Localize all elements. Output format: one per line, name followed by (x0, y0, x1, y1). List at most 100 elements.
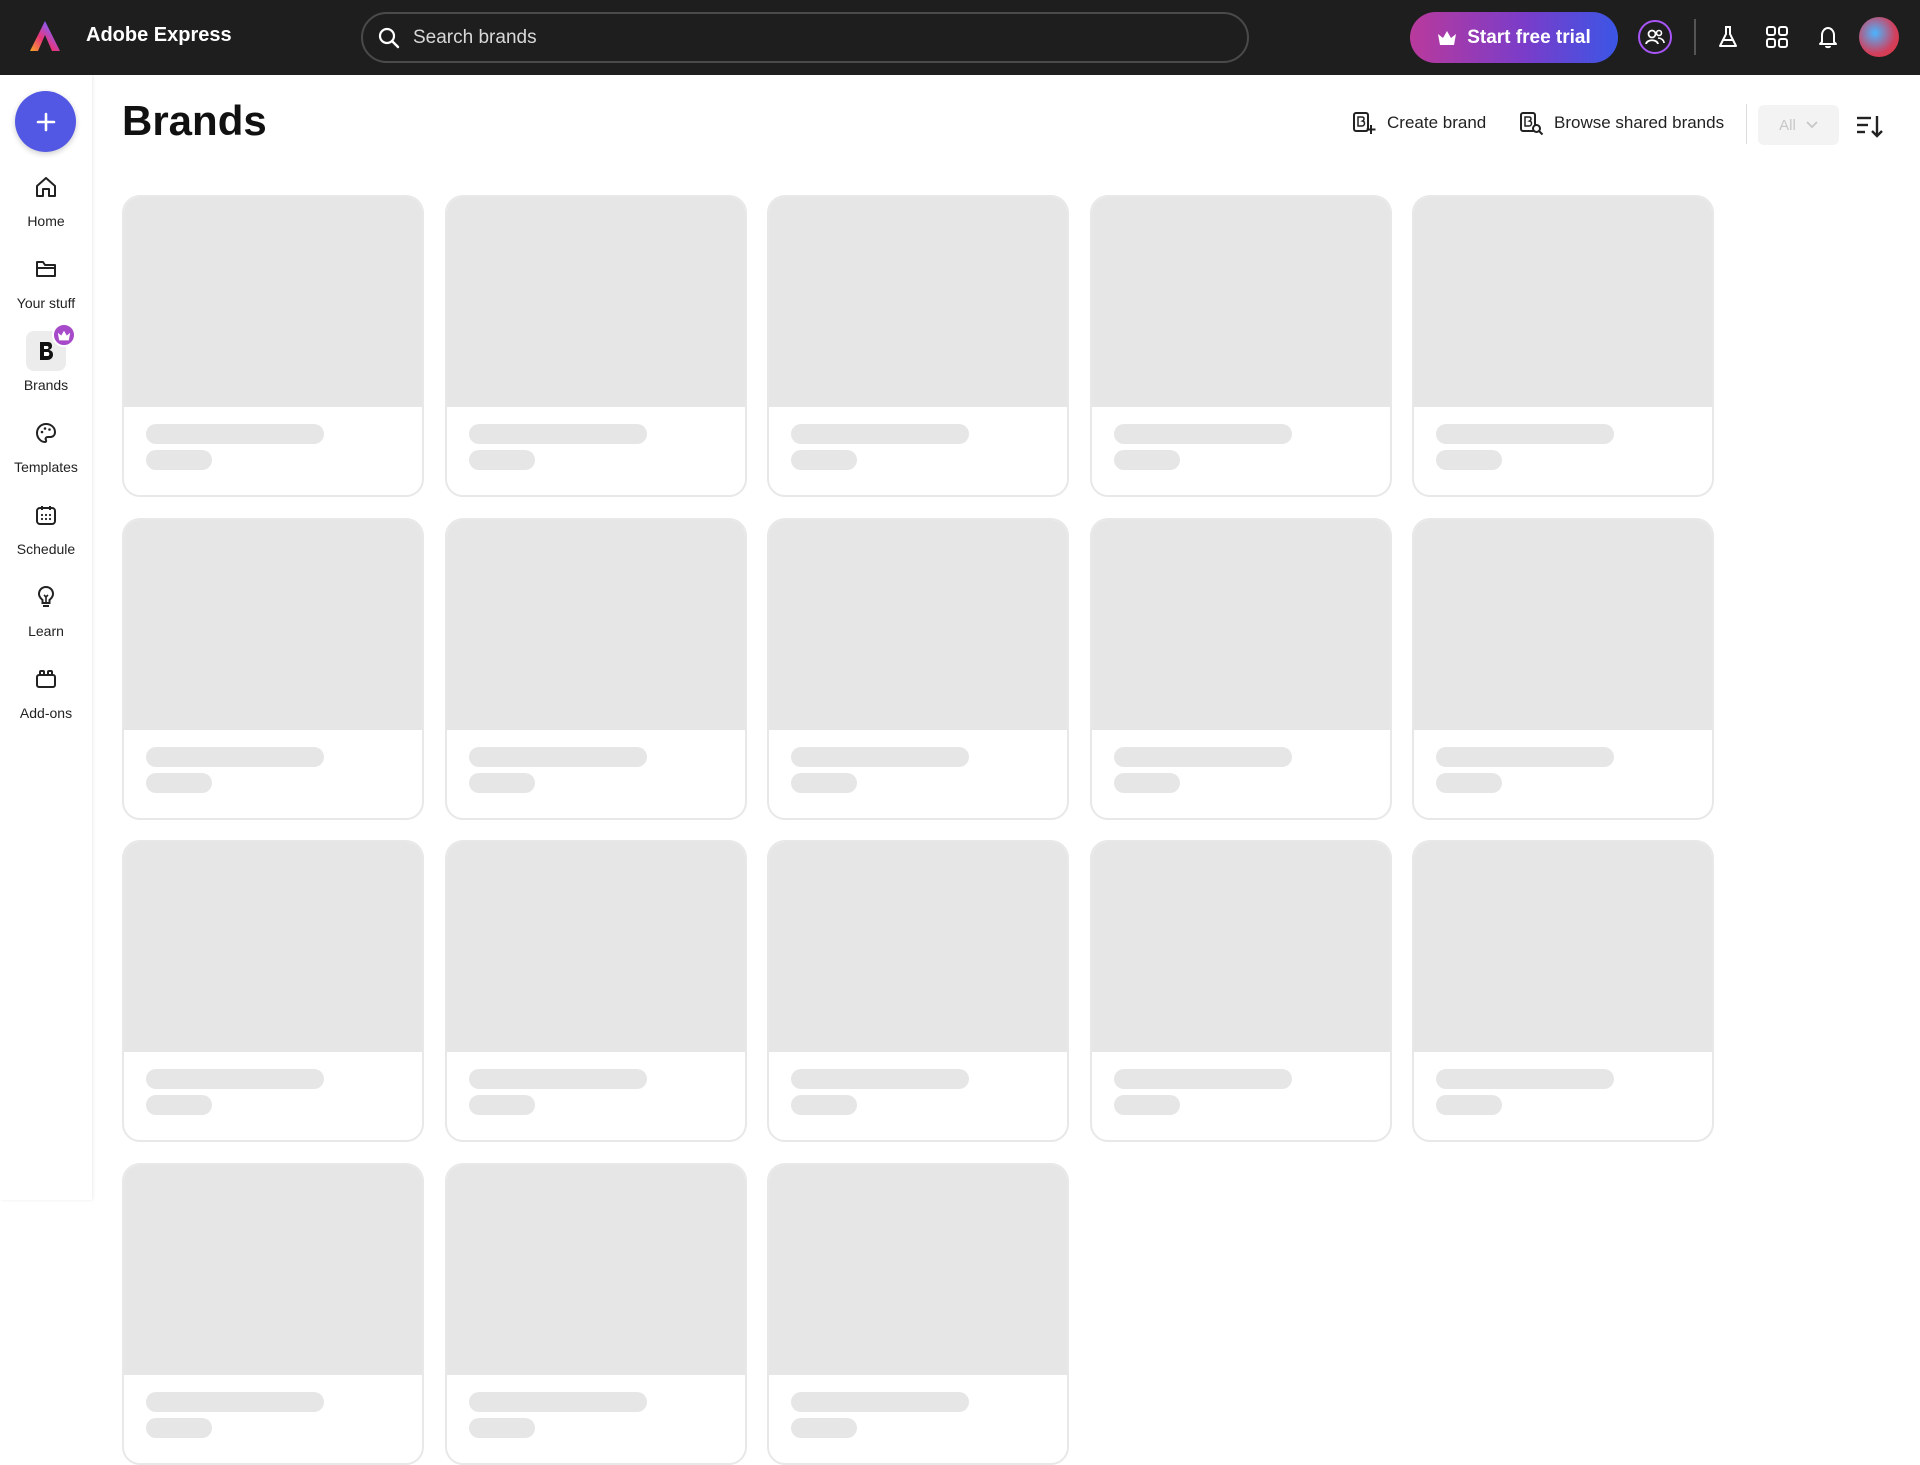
card-thumbnail-skeleton (1091, 519, 1390, 730)
app-title[interactable]: Adobe Express (86, 24, 232, 47)
card-title-skeleton (791, 746, 969, 767)
card-thumbnail-skeleton (124, 197, 422, 407)
brand-card-placeholder (444, 840, 747, 1142)
card-subtitle-skeleton (791, 450, 857, 470)
card-thumbnail-skeleton (124, 519, 422, 730)
brand-card-placeholder (122, 840, 424, 1142)
trial-label: Start free trial (1467, 26, 1591, 48)
card-title-skeleton (791, 424, 969, 444)
sidebar-item-label: Add-ons (19, 705, 73, 721)
sidebar: Home Your stuff Brands Templates Schedul… (0, 75, 92, 1200)
search-icon (378, 27, 400, 48)
labs-button[interactable] (1710, 19, 1746, 55)
filter-value: All (1779, 116, 1796, 134)
card-thumbnail-skeleton (1414, 519, 1712, 730)
sidebar-item-templates[interactable]: Templates (0, 413, 92, 485)
sidebar-item-brands[interactable]: Brands (0, 323, 92, 403)
sidebar-item-label: Brands (23, 377, 69, 393)
card-thumbnail-skeleton (446, 1164, 745, 1375)
brand-card-placeholder (1412, 840, 1714, 1142)
crown-icon (1438, 30, 1457, 45)
notifications-button[interactable] (1810, 19, 1846, 55)
card-title-skeleton (468, 1391, 647, 1412)
collaborate-button[interactable] (1637, 19, 1673, 55)
card-subtitle-skeleton (791, 772, 857, 793)
browse-brands-icon (1520, 112, 1544, 136)
card-subtitle-skeleton (1113, 772, 1180, 793)
sidebar-item-home[interactable]: Home (0, 167, 92, 239)
create-new-button[interactable] (15, 91, 76, 152)
card-title-skeleton (468, 424, 647, 444)
brand-card-placeholder (1089, 195, 1392, 497)
card-subtitle-skeleton (1436, 772, 1502, 793)
card-thumbnail-skeleton (1414, 842, 1712, 1052)
top-bar: Adobe Express Start free trial (0, 0, 1920, 75)
card-title-skeleton (1436, 1069, 1614, 1089)
brand-card-placeholder (122, 1162, 424, 1465)
card-subtitle-skeleton (146, 1417, 212, 1438)
topbar-divider (1694, 19, 1696, 55)
brand-card-placeholder (767, 1162, 1069, 1465)
sidebar-item-add-ons[interactable]: Add-ons (0, 659, 92, 731)
brand-card-placeholder (444, 1162, 747, 1465)
toolbar-divider (1746, 104, 1747, 144)
sidebar-item-learn[interactable]: Learn (0, 577, 92, 649)
card-subtitle-skeleton (1436, 1095, 1502, 1115)
calendar-icon (36, 506, 56, 525)
adobe-express-logo-icon[interactable] (28, 19, 62, 53)
filter-dropdown[interactable]: All (1758, 105, 1839, 145)
people-icon (1638, 20, 1672, 54)
page-title: Brands (122, 97, 267, 144)
brand-card-placeholder (1412, 195, 1714, 497)
card-subtitle-skeleton (468, 772, 535, 793)
card-subtitle-skeleton (1113, 1095, 1180, 1115)
card-subtitle-skeleton (146, 1095, 212, 1115)
search-input[interactable] (413, 26, 1193, 49)
sidebar-item-label: Templates (14, 459, 78, 475)
sidebar-item-your-stuff[interactable]: Your stuff (0, 249, 92, 321)
create-brand-icon (1353, 112, 1376, 134)
folder-icon (36, 261, 56, 277)
card-title-skeleton (791, 1069, 969, 1089)
sidebar-item-label: Learn (28, 623, 64, 639)
sort-icon[interactable] (1853, 110, 1885, 142)
card-title-skeleton (146, 746, 324, 767)
card-title-skeleton (468, 1069, 647, 1089)
crown-icon (57, 330, 71, 340)
card-title-skeleton (468, 746, 647, 767)
card-thumbnail-skeleton (1091, 842, 1390, 1052)
brand-card-placeholder (767, 195, 1069, 497)
sidebar-item-label: Schedule (16, 541, 76, 557)
brand-card-placeholder (767, 517, 1069, 820)
sidebar-item-schedule[interactable]: Schedule (0, 495, 92, 567)
premium-badge (52, 323, 76, 347)
start-free-trial-button[interactable]: Start free trial (1410, 12, 1618, 63)
apps-grid-icon (1766, 26, 1788, 48)
card-subtitle-skeleton (468, 1095, 535, 1115)
card-subtitle-skeleton (1436, 450, 1502, 470)
templates-icon (35, 422, 57, 444)
card-title-skeleton (146, 1069, 324, 1089)
card-thumbnail-skeleton (769, 842, 1067, 1052)
brand-card-placeholder (122, 195, 424, 497)
card-thumbnail-skeleton (1091, 197, 1390, 407)
browse-shared-brands-button[interactable]: Browse shared brands (1518, 110, 1724, 136)
card-subtitle-skeleton (468, 450, 535, 470)
home-icon (36, 177, 56, 197)
apps-button[interactable] (1759, 19, 1795, 55)
card-title-skeleton (1113, 424, 1292, 444)
addons-icon (36, 670, 56, 688)
user-avatar[interactable] (1859, 17, 1899, 57)
card-thumbnail-skeleton (769, 1164, 1067, 1375)
card-subtitle-skeleton (791, 1417, 857, 1438)
card-thumbnail-skeleton (769, 519, 1067, 730)
card-subtitle-skeleton (468, 1417, 535, 1438)
create-brand-button[interactable]: Create brand (1351, 110, 1486, 136)
create-brand-label: Create brand (1387, 113, 1487, 132)
search-bar[interactable] (361, 12, 1249, 63)
card-title-skeleton (1436, 424, 1614, 444)
brand-card-placeholder (1089, 840, 1392, 1142)
card-thumbnail-skeleton (446, 197, 745, 407)
browse-shared-brands-label: Browse shared brands (1554, 113, 1725, 132)
card-title-skeleton (1113, 746, 1292, 767)
